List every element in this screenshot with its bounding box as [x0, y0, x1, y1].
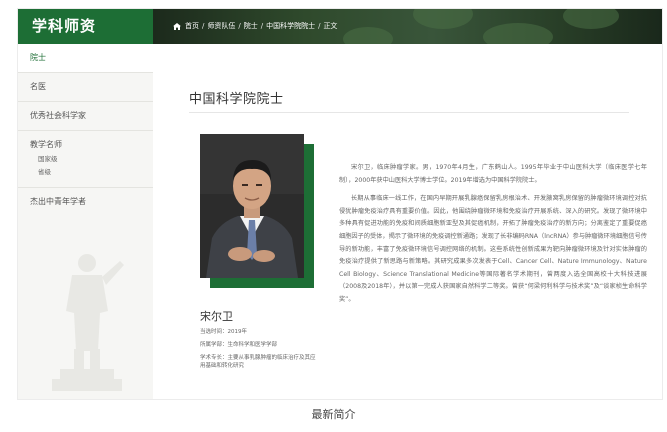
sidebar-item-famous-doctor[interactable]: 名医 [18, 73, 153, 102]
sidebar-subitem-provincial[interactable]: 省级 [30, 166, 153, 179]
person-elected: 当选时间：2019年 [200, 329, 247, 335]
person-expertise: 学术专长：主要从事乳腺肿瘤的临床治疗及其应用基础和转化研究 [200, 355, 316, 369]
header-banner: 首页 / 师资队伍 / 院士 / 中国科学院院士 / 正文 [153, 9, 662, 44]
sidebar-subitem-national[interactable]: 国家级 [30, 153, 153, 166]
sidebar-item-social-scientist[interactable]: 优秀社会科学家 [18, 102, 153, 131]
title-divider [189, 112, 629, 113]
portrait [200, 134, 314, 288]
sidebar-item-academician[interactable]: 院士 [18, 44, 153, 73]
sidebar-title: 学科师资 [18, 9, 153, 44]
image-caption: 最新简介 [311, 408, 356, 421]
sidebar-item-teaching-master[interactable]: 教学名师 [30, 137, 153, 153]
sidebar-group-teachers: 教学名师 国家级 省级 [18, 131, 153, 188]
breadcrumb: 首页 / 师资队伍 / 院士 / 中国科学院院士 / 正文 [173, 9, 337, 44]
main-content: 中国科学院院士 宋尔卫 当选时间：2019年 所属学部：生命科学和医学学部 学术… [153, 44, 662, 399]
page-frame: 学科师资 院士 名医 优秀社会科学家 教学名师 国家级 省级 杰出中青年学者 首… [17, 8, 663, 400]
breadcrumb-cas-academician[interactable]: 中国科学院院士 [266, 22, 315, 30]
portrait-photo [200, 134, 304, 278]
biography: 宋尔卫，临床肿瘤学家。男，1970年4月生，广东鹤山人。1995年毕业于中山医科… [339, 162, 647, 313]
breadcrumb-current: 正文 [323, 22, 338, 30]
sidebar-item-young-scholar[interactable]: 杰出中青年学者 [18, 188, 153, 216]
bio-paragraph: 宋尔卫，临床肿瘤学家。男，1970年4月生，广东鹤山人。1995年毕业于中山医科… [339, 164, 647, 184]
person-name: 宋尔卫 [200, 310, 233, 323]
statue-watermark [52, 254, 124, 391]
portrait-illustration [200, 134, 304, 278]
breadcrumb-faculty[interactable]: 师资队伍 [207, 22, 235, 30]
breadcrumb-academician[interactable]: 院士 [244, 22, 258, 30]
home-icon [173, 22, 181, 30]
page-title: 中国科学院院士 [189, 92, 284, 107]
person-department: 所属学部：生命科学和医学学部 [200, 342, 278, 348]
bio-paragraph: 长期从事临床一线工作，在国内早期开展乳腺癌保留乳房根治术、开发腋窝乳房保留的肿瘤… [339, 195, 647, 303]
breadcrumb-home[interactable]: 首页 [185, 22, 199, 30]
sidebar: 学科师资 院士 名医 优秀社会科学家 教学名师 国家级 省级 杰出中青年学者 [18, 9, 153, 399]
